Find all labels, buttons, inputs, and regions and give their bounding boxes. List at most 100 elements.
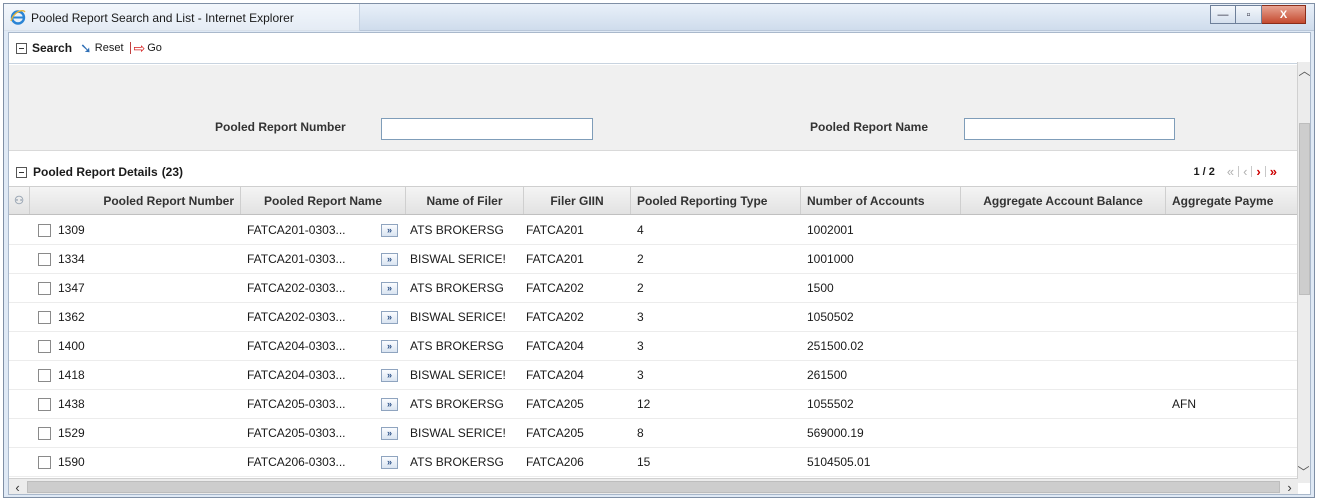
report-name: FATCA205-0303... — [247, 426, 346, 440]
expand-name-icon[interactable]: » — [381, 252, 398, 266]
column-header[interactable]: Pooled Reporting Type — [631, 187, 801, 214]
column-header[interactable]: Filer GIIN — [524, 187, 631, 214]
column-header[interactable]: Aggregate Payme — [1166, 187, 1298, 214]
filer-name: BISWAL SERICE! — [410, 252, 506, 266]
collapse-search-icon[interactable] — [16, 42, 27, 54]
search-section-title: Search — [32, 41, 73, 55]
last-page-icon[interactable]: » — [1270, 164, 1277, 179]
next-page-icon[interactable]: › — [1256, 164, 1260, 179]
reporting-type: 15 — [637, 455, 651, 469]
number-of-accounts: 261500 — [807, 368, 848, 382]
row-checkbox[interactable] — [38, 456, 51, 470]
first-page-icon[interactable]: « — [1227, 164, 1234, 179]
pooled-report-name-input[interactable] — [964, 118, 1175, 140]
table-row[interactable]: 1347 FATCA202-0303... » ATS BROKERSG FATCA20… — [9, 274, 1298, 303]
expand-name-icon[interactable]: » — [381, 339, 398, 353]
details-title: Pooled Report Details — [33, 165, 158, 179]
report-number-cell: 1529 — [30, 426, 241, 441]
number-of-accounts: 5104505.01 — [807, 455, 871, 469]
filer-giin: FATCA204 — [526, 368, 584, 382]
scroll-right-icon[interactable]: › — [1281, 479, 1298, 495]
filer-name: ATS BROKERSG — [410, 339, 504, 353]
collapse-details-icon[interactable] — [16, 166, 27, 178]
vertical-scroll-thumb[interactable] — [1299, 123, 1310, 295]
report-name: FATCA202-0303... — [247, 281, 346, 295]
pooled-report-name-label: Pooled Report Name — [810, 120, 929, 134]
table-row[interactable]: 1334 FATCA201-0303... » BISWAL SERICE! FATCA… — [9, 245, 1298, 274]
horizontal-scrollbar[interactable]: ‹ › — [9, 478, 1298, 495]
table-row[interactable]: 1362 FATCA202-0303... » BISWAL SERICE! FATCA… — [9, 303, 1298, 332]
expand-name-icon[interactable]: » — [381, 310, 398, 324]
report-name-cell: FATCA204-0303... » — [241, 339, 406, 353]
report-number-cell: 1334 — [30, 251, 241, 267]
report-name-cell: FATCA206-0303... » — [241, 455, 406, 469]
filer-name: BISWAL SERICE! — [410, 310, 506, 324]
report-number: 1418 — [58, 367, 85, 382]
reporting-type: 12 — [637, 397, 651, 411]
report-number-cell: 1309 — [30, 223, 241, 238]
maximize-button[interactable]: ▫ — [1236, 5, 1262, 24]
reporting-type: 4 — [637, 223, 644, 237]
column-header[interactable]: Name of Filer — [406, 187, 524, 214]
grid-header-row: ⚇ Pooled Report Number Pooled Report Nam… — [9, 186, 1298, 215]
report-name: FATCA202-0303... — [247, 310, 346, 324]
report-number: 1590 — [58, 454, 85, 469]
expand-name-icon[interactable]: » — [381, 281, 398, 295]
row-checkbox[interactable] — [38, 427, 51, 441]
horizontal-scroll-thumb[interactable] — [27, 481, 1280, 493]
minimize-button[interactable]: — — [1210, 5, 1236, 24]
row-checkbox[interactable] — [38, 311, 51, 325]
scroll-up-icon[interactable]: ︿ — [1298, 62, 1310, 78]
expand-name-icon[interactable]: » — [381, 368, 398, 382]
table-row[interactable]: 1400 FATCA204-0303... » ATS BROKERSG FATCA20… — [9, 332, 1298, 361]
row-checkbox[interactable] — [38, 224, 51, 238]
row-checkbox[interactable] — [38, 253, 51, 267]
search-panel: Pooled Report Number Pooled Report Name — [9, 65, 1298, 151]
go-button[interactable]: Go — [147, 42, 162, 54]
report-number: 1334 — [58, 251, 85, 266]
number-of-accounts: 1050502 — [807, 310, 854, 324]
report-number-cell: 1438 — [30, 396, 241, 412]
expand-name-icon[interactable]: » — [381, 426, 398, 440]
filer-name: ATS BROKERSG — [410, 397, 504, 411]
scroll-left-icon[interactable]: ‹ — [9, 479, 26, 495]
report-number: 1438 — [58, 396, 85, 411]
column-header[interactable]: Pooled Report Name — [241, 187, 406, 214]
filer-giin: FATCA201 — [526, 252, 584, 266]
expand-name-icon[interactable]: » — [381, 455, 398, 469]
row-checkbox[interactable] — [38, 340, 51, 354]
table-row[interactable]: 1590 FATCA206-0303... » ATS BROKERSG FATCA20… — [9, 448, 1298, 477]
prev-page-icon[interactable]: ‹ — [1243, 164, 1247, 179]
number-of-accounts: 251500.02 — [807, 339, 864, 353]
close-button[interactable]: X — [1262, 5, 1306, 24]
reset-button[interactable]: Reset — [95, 42, 124, 54]
column-chooser-icon[interactable]: ⚇ — [9, 187, 30, 214]
go-arrow-icon[interactable]: ⇨ — [134, 40, 146, 57]
scroll-down-icon[interactable]: ﹀ — [1297, 463, 1310, 479]
reporting-type: 8 — [637, 426, 644, 440]
report-name-cell: FATCA202-0303... » — [241, 281, 406, 295]
reset-arrow-icon[interactable]: ➘ — [80, 40, 92, 57]
column-header[interactable]: Pooled Report Number — [30, 187, 241, 214]
report-number-cell: 1590 — [30, 454, 241, 470]
filer-giin: FATCA202 — [526, 281, 584, 295]
column-header[interactable]: Aggregate Account Balance — [961, 187, 1166, 214]
expand-name-icon[interactable]: » — [381, 223, 398, 237]
row-checkbox[interactable] — [38, 398, 51, 412]
row-checkbox[interactable] — [38, 369, 51, 383]
vertical-scrollbar[interactable]: ︿ — [1297, 62, 1310, 483]
report-name: FATCA201-0303... — [247, 252, 346, 266]
toolbar-separator — [129, 42, 131, 54]
table-row[interactable]: 1309 FATCA201-0303... » ATS BROKERSG FATCA20… — [9, 216, 1298, 245]
table-row[interactable]: 1418 FATCA204-0303... » BISWAL SERICE! FATCA… — [9, 361, 1298, 390]
pager-separator — [1264, 166, 1266, 177]
expand-name-icon[interactable]: » — [381, 397, 398, 411]
number-of-accounts: 1500 — [807, 281, 834, 295]
row-checkbox[interactable] — [38, 282, 51, 296]
column-header[interactable]: Number of Accounts — [801, 187, 961, 214]
search-toolbar: Search ➘ Reset ⇨ Go — [9, 33, 1298, 64]
pooled-report-number-input[interactable] — [381, 118, 593, 140]
table-row[interactable]: 1529 FATCA205-0303... » BISWAL SERICE! FATCA… — [9, 419, 1298, 448]
table-row[interactable]: 1438 FATCA205-0303... » ATS BROKERSG FATCA20… — [9, 390, 1298, 419]
close-icon: X — [1279, 8, 1288, 21]
